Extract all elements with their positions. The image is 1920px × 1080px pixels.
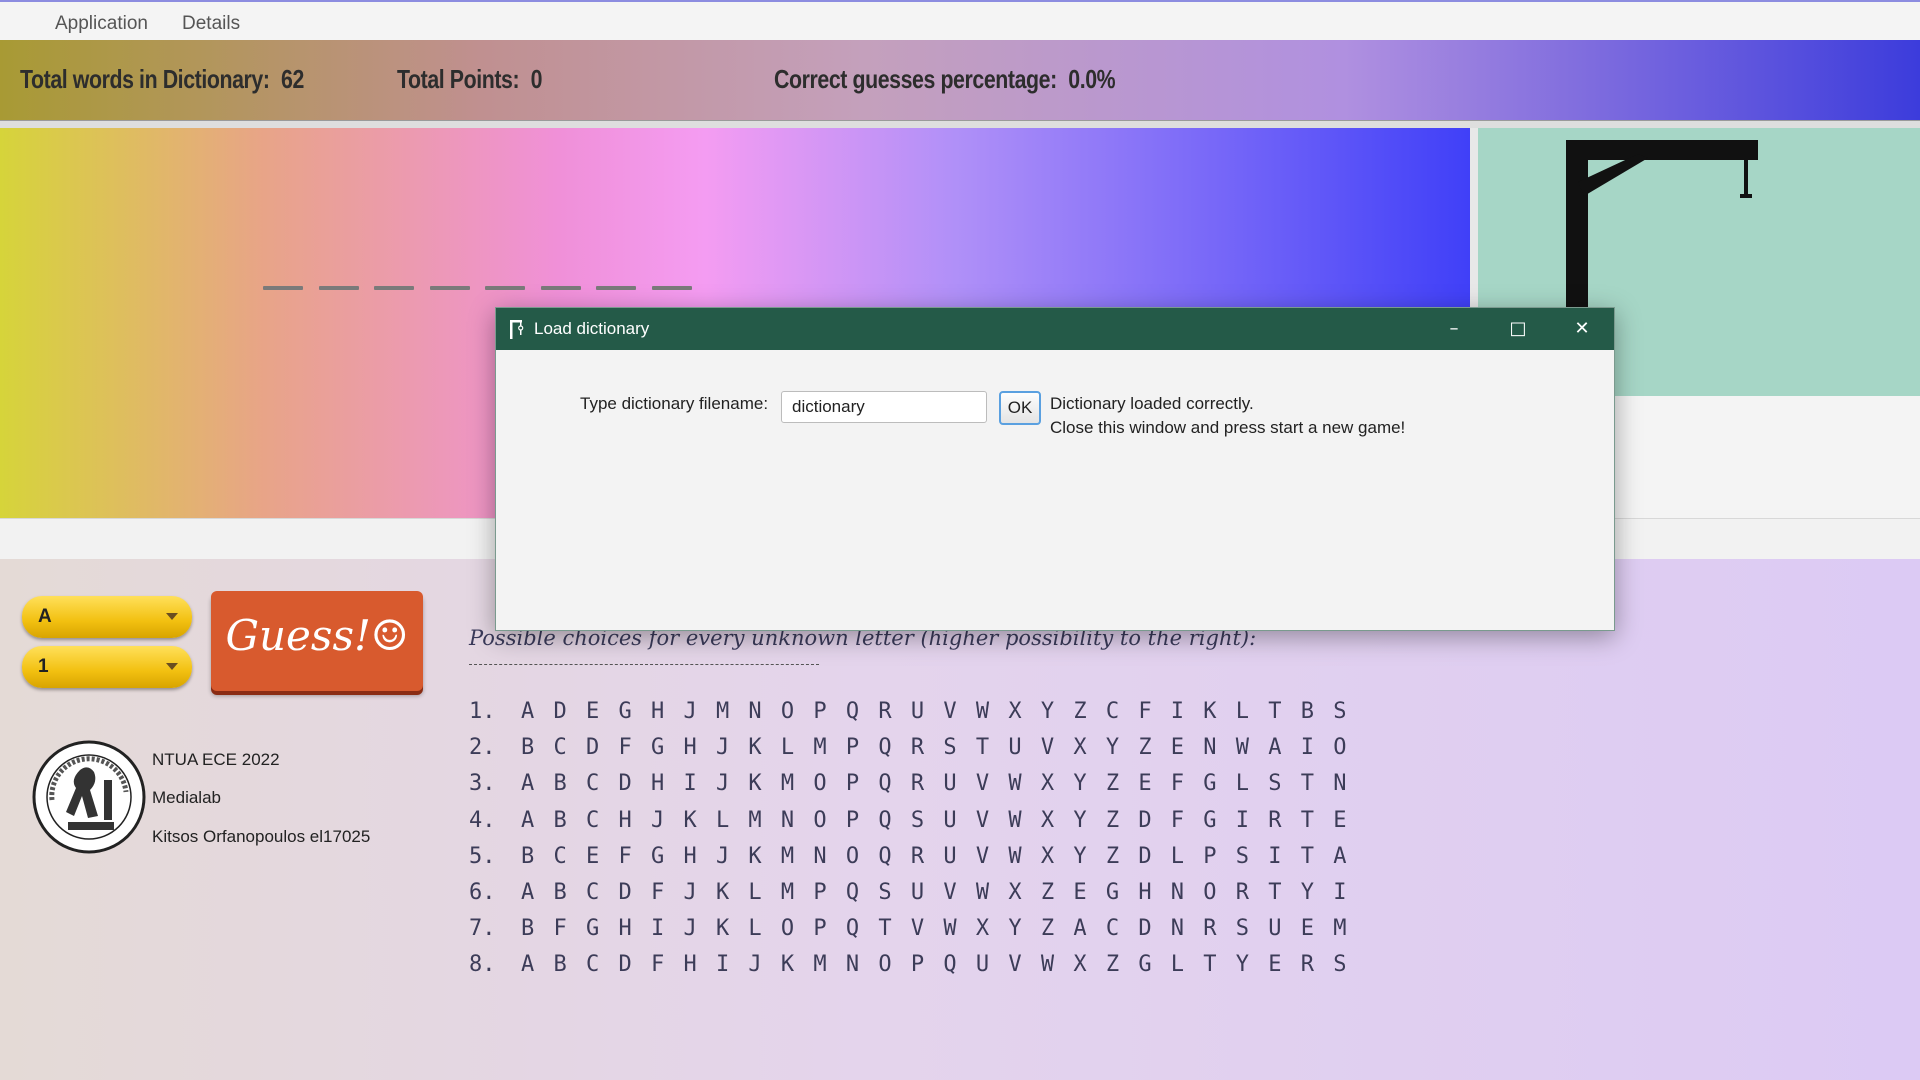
correct-percentage-stat: Correct guesses percentage: 0.0%: [774, 64, 1116, 95]
menu-application[interactable]: Application: [55, 13, 148, 35]
choice-row: 5. B C E F G H J K M N O Q R U V W X Y Z …: [469, 844, 1350, 869]
credit-line-3: Kitsos Orfanopoulos el17025: [152, 827, 371, 846]
choice-row-number: 7.: [469, 916, 496, 942]
choice-row-number: 6.: [469, 880, 496, 905]
load-dictionary-dialog: Load dictionary – □ ✕ Type dictionary fi…: [495, 307, 1615, 631]
choice-row-number: 3.: [469, 771, 496, 797]
hangman-app-icon: [510, 320, 524, 339]
filename-label: Type dictionary filename:: [580, 394, 769, 413]
dialog-message-line-1: Dictionary loaded correctly.: [1050, 394, 1254, 413]
choice-row: 4. A B C H J K L M N O P Q S U V W X Y Z …: [469, 808, 1350, 833]
choice-row-number: 1.: [469, 699, 496, 724]
choice-row-letters: B C D F G H J K L M P Q R S T U V X Y Z …: [521, 735, 1350, 761]
ntua-seal-icon: [32, 740, 146, 854]
correct-percentage-value: 0.0%: [1068, 64, 1116, 94]
chevron-down-icon: [166, 613, 178, 620]
position-select-value: 1: [38, 656, 49, 677]
choice-row: 2. B C D F G H J K L M P Q R S T U V X Y …: [469, 735, 1350, 760]
ok-button[interactable]: OK: [999, 391, 1041, 425]
credit-line-1: NTUA ECE 2022: [152, 750, 280, 769]
chevron-down-icon: [166, 663, 178, 670]
choice-row: 7. B F G H I J K L O P Q T V W X Y Z A C …: [469, 916, 1350, 941]
choice-row-letters: A B C H J K L M N O P Q S U V W X Y Z D …: [521, 807, 1350, 833]
letter-blank: [318, 286, 359, 290]
total-points-stat: Total Points: 0: [397, 64, 543, 95]
total-words-stat: Total words in Dictionary: 62: [20, 64, 304, 95]
choice-row: 3. A B C D H I J K M O P Q R U V W X Y Z …: [469, 771, 1350, 796]
dialog-message-line-2: Close this window and press start a new …: [1050, 418, 1406, 437]
menu-bar: Application Details: [0, 2, 1920, 41]
stats-bar: Total words in Dictionary: 62 Total Point…: [0, 40, 1920, 121]
choice-row-number: 5.: [469, 843, 496, 869]
total-words-label: Total words in Dictionary:: [20, 64, 270, 94]
letter-blank: [596, 286, 636, 290]
total-words-value: 62: [281, 64, 304, 94]
close-button[interactable]: ✕: [1550, 308, 1614, 350]
separator: [0, 121, 1920, 128]
letter-blank: [651, 286, 692, 290]
choice-row-number: 8.: [469, 952, 496, 978]
letter-blank: [429, 286, 470, 290]
choice-row-number: 4.: [469, 807, 496, 833]
letter-select-value: A: [38, 606, 52, 627]
choice-row-letters: A B C D F J K L M P Q S U V W X Z E G H …: [521, 880, 1350, 905]
choice-row-letters: B F G H I J K L O P Q T V W X Y Z A C D …: [521, 916, 1350, 942]
letter-blank: [374, 286, 414, 290]
position-select[interactable]: 1: [22, 646, 192, 688]
letter-blank: [263, 286, 303, 290]
choice-row-letters: A B C D F H I J K M N O P Q U V W X Z G …: [521, 952, 1350, 978]
menu-details[interactable]: Details: [182, 13, 240, 35]
dialog-titlebar: Load dictionary – □ ✕: [496, 308, 1614, 350]
credit-line-2: Medialab: [152, 788, 221, 807]
choice-row-letters: B C E F G H J K M N O Q R U V W X Y Z D …: [521, 843, 1350, 869]
choice-row-letters: A B C D H I J K M O P Q R U V W X Y Z E …: [521, 771, 1350, 797]
minimize-button[interactable]: –: [1422, 308, 1486, 350]
guess-button[interactable]: Guess!☺: [211, 591, 423, 691]
choice-row: 8. A B C D F H I J K M N O P Q U V W X Z …: [469, 952, 1350, 977]
dialog-title: Load dictionary: [534, 319, 650, 338]
choice-row: 1. A D E G H J M N O P Q R U V W X Y Z C …: [469, 699, 1350, 724]
choice-row-letters: A D E G H J M N O P Q R U V W X Y Z C F …: [521, 699, 1350, 724]
correct-percentage-label: Correct guesses percentage:: [774, 64, 1057, 94]
guess-button-label: Guess!☺: [225, 611, 409, 660]
total-points-value: 0: [530, 64, 543, 94]
choice-row: 6. A B C D F J K L M P Q S U V W X Z E G …: [469, 880, 1350, 905]
total-points-label: Total Points:: [397, 64, 520, 94]
letter-blank: [485, 286, 525, 290]
hangman-app-window: Application Details Total words in Dicti…: [0, 0, 1920, 1080]
choices-divider: [469, 664, 819, 665]
maximize-button[interactable]: □: [1486, 308, 1550, 350]
letter-blank: [540, 286, 581, 290]
letter-select[interactable]: A: [22, 596, 192, 638]
filename-input[interactable]: [781, 391, 987, 423]
choice-row-number: 2.: [469, 735, 496, 761]
